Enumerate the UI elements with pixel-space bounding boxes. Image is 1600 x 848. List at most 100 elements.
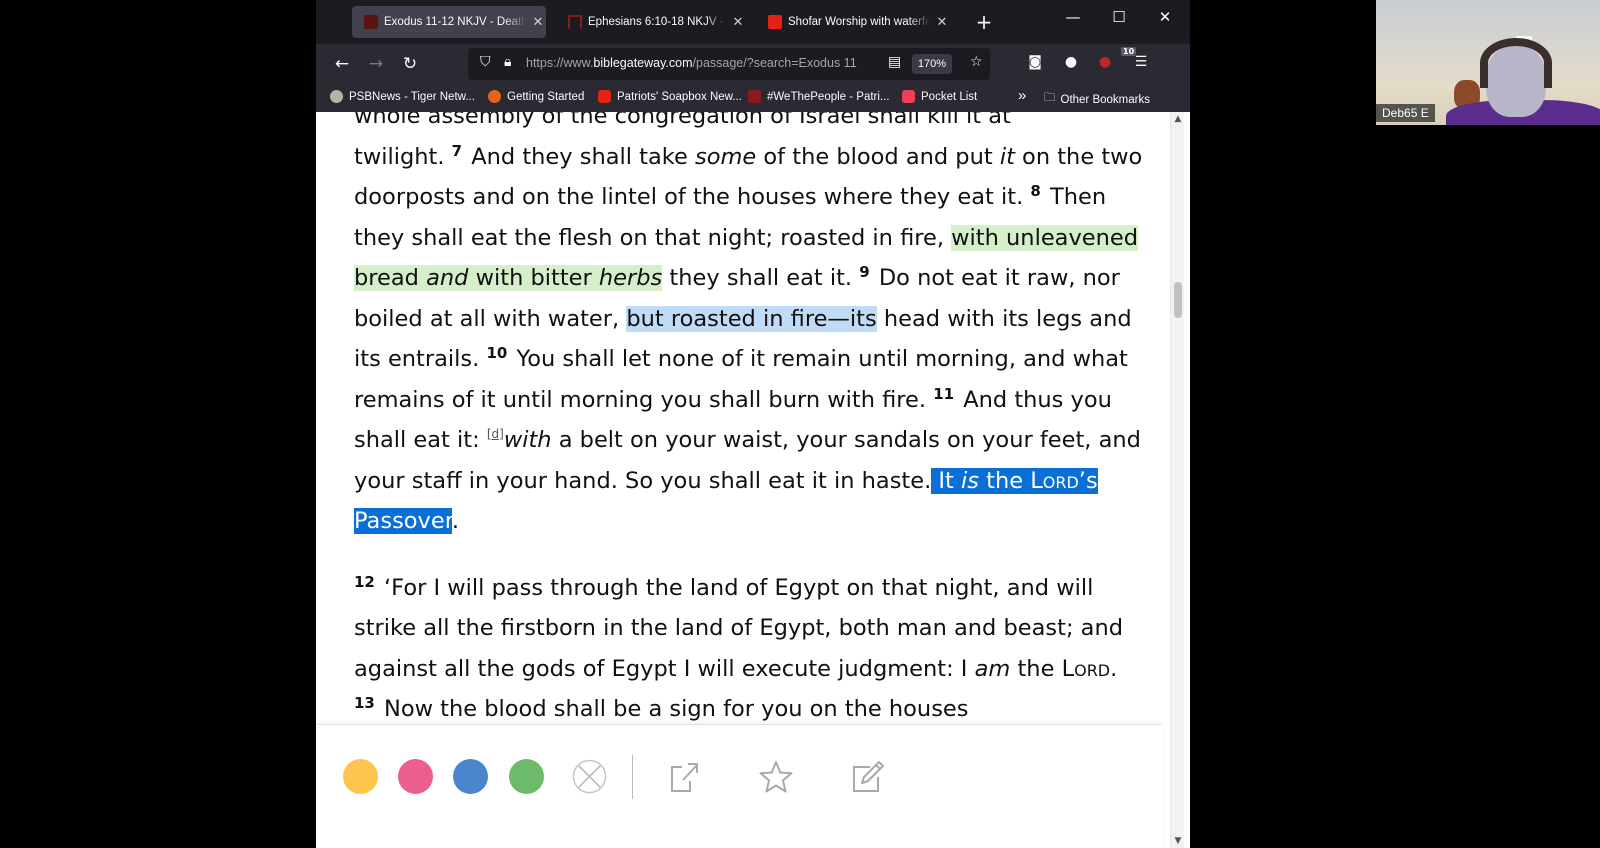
highlight-pink-button[interactable] <box>398 759 433 794</box>
url-domain: biblegateway.com <box>593 56 693 70</box>
tab-shofar[interactable]: Shofar Worship with waterfall ✕ <box>756 6 950 38</box>
passage-text: And they shall take <box>471 143 695 170</box>
bookmark-patriots-soapbox[interactable]: Patriots' Soapbox New... <box>598 90 742 103</box>
passage-text: they shall eat it. <box>662 265 860 291</box>
passage-text: It <box>931 467 961 494</box>
bookmarks-toolbar: PSBNews - Tiger Netw... Getting Started … <box>316 84 1190 112</box>
zoom-level-badge[interactable]: 170% <box>912 54 952 74</box>
tab-exodus[interactable]: Exodus 11-12 NKJV - Death of the Firstbo… <box>352 6 546 38</box>
psbnews-icon <box>330 90 343 103</box>
shield-icon[interactable]: ⛉ <box>480 54 491 70</box>
partial-top-line: whole assembly of the congregation of Is… <box>354 112 1144 137</box>
video-person-headset <box>1480 38 1552 88</box>
italic-word: is <box>961 467 979 494</box>
verse-number: 9 <box>859 263 870 281</box>
bookmark-wethepeople[interactable]: #WeThePeople - Patri... <box>748 90 890 103</box>
italic-word: herbs <box>598 265 663 291</box>
small-caps-lord: Lord <box>1061 655 1111 682</box>
footnote-link[interactable]: [d] <box>487 427 504 441</box>
new-tab-button[interactable]: + <box>972 10 996 34</box>
back-button[interactable]: ← <box>330 52 354 76</box>
tab-title: Exodus 11-12 NKJV - Death of the Firstbo… <box>384 16 526 28</box>
tab-strip: Exodus 11-12 NKJV - Death of the Firstbo… <box>316 0 1190 44</box>
highlight-toolbar <box>316 724 1162 848</box>
italic-word: with <box>503 427 552 453</box>
highlight-blue-button[interactable] <box>453 759 488 794</box>
clear-highlight-icon[interactable] <box>572 759 607 794</box>
tab-title: Ephesians 6:10-18 NKJV - The Whole Armor <box>588 16 726 28</box>
small-caps-lord: Lord <box>1030 467 1079 494</box>
verse-number: 10 <box>486 344 508 362</box>
bookmarks-overflow-button[interactable]: » <box>1018 87 1026 104</box>
youtube-icon <box>598 90 611 103</box>
tab-ephesians[interactable]: Ephesians 6:10-18 NKJV - The Whole Armor… <box>556 6 746 38</box>
youtube-favicon-icon <box>768 15 782 29</box>
close-tab-icon[interactable]: ✕ <box>730 14 746 30</box>
toolbar-divider <box>632 755 633 799</box>
url-prefix: https://www. <box>526 56 594 70</box>
verse-number: 13 <box>354 694 375 712</box>
forward-button[interactable]: → <box>364 52 388 76</box>
bookmark-label: Other Bookmarks <box>1060 93 1150 106</box>
close-tab-icon[interactable]: ✕ <box>934 14 950 30</box>
bookmark-getting-started[interactable]: Getting Started <box>488 90 584 103</box>
close-window-button[interactable]: ✕ <box>1150 8 1180 26</box>
passage-text: the <box>978 467 1031 494</box>
passage-text: . <box>1110 655 1118 682</box>
bookmark-label: Pocket List <box>921 90 978 103</box>
passage-paragraph: twilight. 7 And they shall take some of … <box>354 137 1144 542</box>
bookmark-psbnews[interactable]: PSBNews - Tiger Netw... <box>330 90 475 103</box>
bookmark-label: Getting Started <box>507 90 585 103</box>
passage-text: of the blood and put <box>756 143 1000 170</box>
page-content: whole assembly of the congregation of Is… <box>316 112 1190 848</box>
lock-icon[interactable]: 🔒︎ <box>504 54 511 70</box>
favorite-star-icon[interactable] <box>758 759 794 795</box>
passage-paragraph: 12 ‘For I will pass through the land of … <box>354 568 1144 730</box>
highlight-green-button[interactable] <box>509 759 544 794</box>
italic-word: it <box>999 143 1015 170</box>
italic-word: some <box>695 143 757 170</box>
bookmark-star-icon[interactable]: ☆ <box>970 54 983 70</box>
add-note-icon[interactable] <box>850 759 886 795</box>
other-bookmarks-folder[interactable]: 🗀 Other Bookmarks <box>1044 90 1150 109</box>
address-bar[interactable]: ⛉ 🔒︎ https://www.biblegateway.com/passag… <box>468 48 990 80</box>
passage-text: . <box>451 508 460 534</box>
close-tab-icon[interactable]: ✕ <box>530 14 546 30</box>
scroll-down-arrow-icon[interactable]: ▼ <box>1171 836 1185 846</box>
biblegateway-favicon-icon <box>568 15 582 29</box>
highlight-yellow-button[interactable] <box>343 759 378 794</box>
url-text[interactable]: https://www.biblegateway.com/passage/?se… <box>526 56 876 70</box>
menu-hamburger-icon[interactable]: ☰ <box>1130 54 1152 70</box>
bookmark-label: Patriots' Soapbox New... <box>617 90 742 103</box>
extension-avatar-icon[interactable]: ● <box>1060 54 1082 70</box>
scrollbar-thumb[interactable] <box>1174 282 1182 318</box>
screen: Exodus 11-12 NKJV - Death of the Firstbo… <box>0 0 1600 848</box>
browser-window: Exodus 11-12 NKJV - Death of the Firstbo… <box>316 0 1190 848</box>
firefox-icon <box>488 90 501 103</box>
passage-text: with bitter <box>468 265 599 291</box>
bookmark-pocket-list[interactable]: Pocket List <box>902 90 977 103</box>
page-scrollbar[interactable]: ▲ ▼ <box>1170 112 1184 848</box>
verse-number: 8 <box>1030 182 1041 200</box>
passage-text: Now the blood shall be a sign for you on… <box>384 696 969 722</box>
minimize-button[interactable]: — <box>1058 8 1088 26</box>
share-icon[interactable] <box>666 759 702 795</box>
passage-text: whole assembly of the congregation of Is… <box>354 112 1011 129</box>
blue-highlight[interactable]: but roasted in fire—its <box>626 305 877 332</box>
bookmark-label: PSBNews - Tiger Netw... <box>349 90 475 103</box>
scroll-up-arrow-icon[interactable]: ▲ <box>1171 114 1185 124</box>
navigation-toolbar: ← → ↻ ⛉ 🔒︎ https://www.biblegateway.com/… <box>316 44 1190 84</box>
pocket-icon <box>902 90 915 103</box>
bible-passage: whole assembly of the congregation of Is… <box>354 112 1144 756</box>
extension-icon[interactable]: ● <box>1094 54 1116 70</box>
reader-view-icon[interactable]: ▤ <box>888 54 901 70</box>
verse-number: 12 <box>354 572 375 591</box>
maximize-button[interactable]: ☐ <box>1104 8 1134 26</box>
pocket-icon[interactable]: ◙ <box>1024 54 1046 70</box>
reload-button[interactable]: ↻ <box>398 52 422 76</box>
webcam-video: Deb65 E <box>1376 0 1600 125</box>
italic-word: am <box>974 655 1011 682</box>
participant-name-label: Deb65 E <box>1376 104 1435 122</box>
biblegateway-favicon-icon <box>364 15 378 29</box>
psb-icon <box>748 90 761 103</box>
